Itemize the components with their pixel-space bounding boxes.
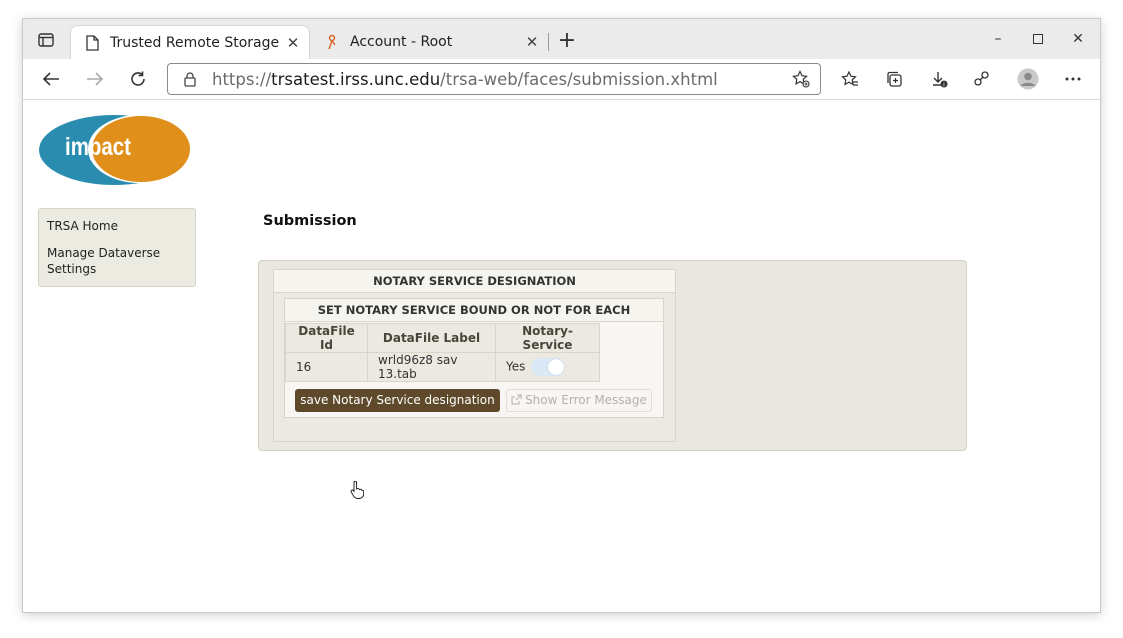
external-link-icon [511, 394, 522, 405]
page-content: impact TRSA Home Manage Dataverse Settin… [23, 100, 1100, 612]
impact-logo[interactable]: impact [38, 114, 191, 186]
notary-service-toggle[interactable] [531, 358, 566, 376]
sidebar-menu: TRSA Home Manage Dataverse Settings [38, 208, 196, 287]
tab-title: Trusted Remote Storage Agent [110, 34, 283, 51]
show-error-message-label: Show Error Message [525, 393, 647, 407]
url-path: /trsa-web/faces/submission.xhtml [440, 69, 718, 89]
notary-subpanel: SET NOTARY SERVICE BOUND OR NOT FOR EACH… [284, 298, 664, 418]
more-options-icon[interactable] [1059, 65, 1087, 93]
add-favorite-icon[interactable] [792, 70, 810, 92]
forward-icon[interactable] [81, 65, 109, 93]
close-window-icon[interactable]: ✕ [1063, 27, 1093, 51]
page-icon [84, 34, 100, 51]
table-row: 16 wrld96z8 sav 13.tab Yes [285, 352, 600, 382]
notary-service-cell: Yes [495, 352, 600, 382]
url-scheme: https:// [212, 69, 272, 89]
tab-actions-icon[interactable] [32, 28, 60, 52]
reload-icon[interactable] [124, 65, 152, 93]
close-tab-icon[interactable]: ✕ [283, 34, 303, 52]
datafile-table: DataFile Id DataFile Label Notary-Servic… [285, 323, 600, 382]
tab-divider [548, 33, 549, 51]
sidebar-item-manage-dataverse-settings[interactable]: Manage Dataverse Settings [47, 245, 187, 277]
column-header-notary-service[interactable]: Notary-Service [495, 323, 600, 353]
datafile-id-cell: 16 [285, 352, 368, 382]
column-header-datafile-label[interactable]: DataFile Label [367, 323, 496, 353]
submission-panel: NOTARY SERVICE DESIGNATION SET NOTARY SE… [258, 260, 967, 451]
url-host: trsatest.irss.unc.edu [271, 69, 441, 89]
collections-icon[interactable] [880, 65, 908, 93]
column-header-datafile-id[interactable]: DataFile Id [285, 323, 368, 353]
tab-trsa[interactable]: Trusted Remote Storage Agent ✕ [70, 25, 310, 59]
logo-text: impact [65, 133, 132, 161]
tab-bar: Trusted Remote Storage Agent ✕ Account -… [23, 19, 1100, 59]
browser-window: Trusted Remote Storage Agent ✕ Account -… [22, 18, 1101, 613]
profile-avatar-icon[interactable] [1014, 65, 1042, 93]
maximize-icon[interactable] [1023, 27, 1053, 51]
new-tab-icon[interactable]: + [554, 29, 580, 55]
notary-subpanel-header: SET NOTARY SERVICE BOUND OR NOT FOR EACH… [285, 299, 663, 340]
favorites-icon[interactable] [836, 65, 864, 93]
navigation-bar: https://trsatest.irss.unc.edu/trsa-web/f… [23, 59, 1100, 100]
notary-service-panel: NOTARY SERVICE DESIGNATION SET NOTARY SE… [273, 269, 676, 442]
tab-account[interactable]: Account - Root ✕ [311, 25, 548, 59]
page-title: Submission [263, 213, 357, 229]
downloads-icon[interactable]: i [925, 65, 953, 93]
datafile-label-cell: wrld96z8 sav 13.tab [367, 352, 496, 382]
extensions-icon[interactable] [968, 65, 996, 93]
address-bar[interactable]: https://trsatest.irss.unc.edu/trsa-web/f… [167, 63, 821, 95]
toggle-knob [548, 359, 565, 375]
back-icon[interactable] [37, 65, 65, 93]
tab-title: Account - Root [350, 34, 453, 50]
gitlab-icon [324, 34, 340, 50]
close-tab-icon[interactable]: ✕ [522, 33, 542, 51]
notary-service-value: Yes [506, 359, 526, 374]
sidebar-item-trsa-home[interactable]: TRSA Home [47, 218, 187, 234]
hand-cursor-icon [350, 480, 365, 503]
save-notary-service-button[interactable]: save Notary Service designation [295, 389, 500, 412]
minimize-icon[interactable]: – [983, 27, 1013, 51]
notary-panel-header: NOTARY SERVICE DESIGNATION [274, 270, 675, 293]
lock-icon[interactable] [182, 71, 198, 87]
show-error-message-button[interactable]: Show Error Message [506, 389, 652, 412]
